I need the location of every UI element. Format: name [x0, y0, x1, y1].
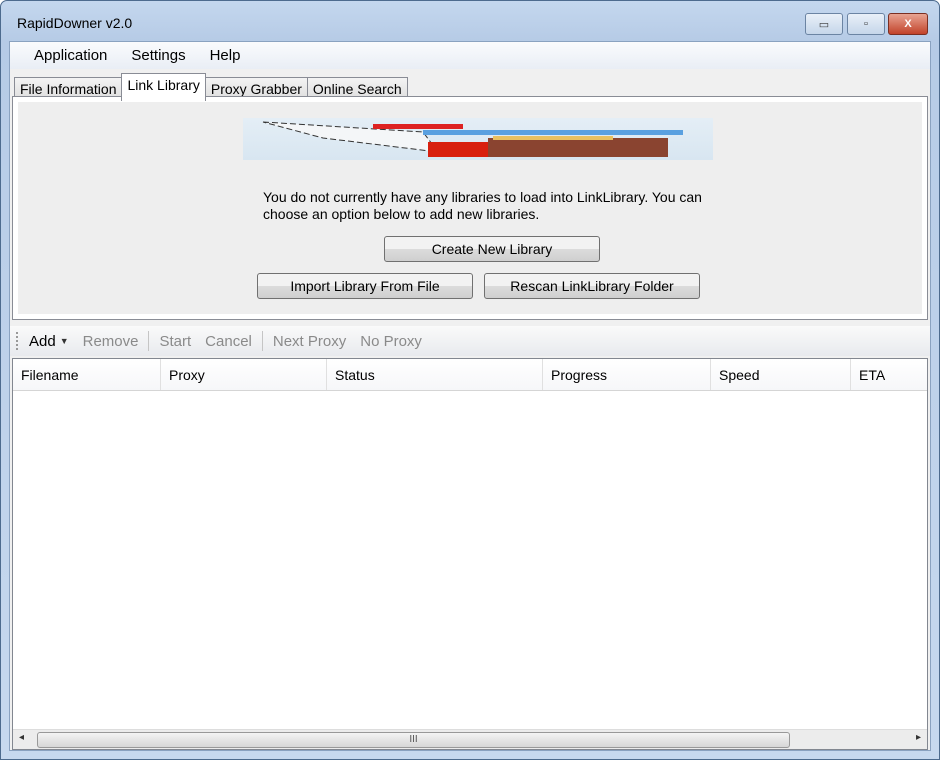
- menu-application[interactable]: Application: [22, 47, 119, 64]
- menu-help[interactable]: Help: [198, 47, 253, 64]
- menu-settings[interactable]: Settings: [119, 47, 197, 64]
- separator: [148, 331, 150, 351]
- column-speed[interactable]: Speed: [711, 359, 851, 390]
- column-progress[interactable]: Progress: [543, 359, 711, 390]
- link-library-panel: You do not currently have any libraries …: [12, 96, 928, 320]
- horizontal-scrollbar[interactable]: ◂ III ▸: [13, 729, 927, 749]
- start-button[interactable]: Start: [159, 333, 191, 350]
- rescan-folder-button[interactable]: Rescan LinkLibrary Folder: [484, 273, 700, 299]
- client-area: Application Settings Help File Informati…: [9, 41, 931, 751]
- menu-bar: Application Settings Help: [10, 42, 930, 69]
- no-proxy-button[interactable]: No Proxy: [360, 333, 422, 350]
- no-libraries-message: You do not currently have any libraries …: [263, 189, 702, 222]
- link-library-logo: [243, 118, 713, 160]
- downloads-list[interactable]: Filename Proxy Status Progress Speed ETA…: [12, 358, 928, 750]
- minimize-button[interactable]: ▭: [805, 13, 843, 35]
- maximize-button[interactable]: ▫: [847, 13, 885, 35]
- window-title: RapidDowner v2.0: [17, 15, 133, 31]
- app-window: RapidDowner v2.0 ▭ ▫ X Application Setti…: [0, 0, 940, 760]
- remove-button[interactable]: Remove: [83, 333, 139, 350]
- add-button[interactable]: Add: [29, 333, 56, 350]
- import-library-button[interactable]: Import Library From File: [257, 273, 473, 299]
- download-toolbar: Add ▼ Remove Start Cancel Next Proxy No …: [10, 326, 930, 356]
- column-status[interactable]: Status: [327, 359, 543, 390]
- list-header: Filename Proxy Status Progress Speed ETA: [13, 359, 927, 391]
- add-dropdown-icon[interactable]: ▼: [60, 336, 69, 346]
- column-proxy[interactable]: Proxy: [161, 359, 327, 390]
- column-filename[interactable]: Filename: [13, 359, 161, 390]
- tab-link-library[interactable]: Link Library: [121, 73, 206, 101]
- create-new-library-button[interactable]: Create New Library: [384, 236, 600, 262]
- separator: [261, 331, 263, 351]
- scroll-right-icon[interactable]: ▸: [916, 732, 921, 743]
- close-button[interactable]: X: [888, 13, 928, 35]
- scrollbar-thumb[interactable]: III: [37, 732, 790, 748]
- cancel-button[interactable]: Cancel: [205, 333, 252, 350]
- toolbar-grip[interactable]: [16, 332, 19, 350]
- column-eta[interactable]: ETA: [851, 359, 927, 390]
- next-proxy-button[interactable]: Next Proxy: [273, 333, 346, 350]
- scroll-left-icon[interactable]: ◂: [19, 732, 24, 743]
